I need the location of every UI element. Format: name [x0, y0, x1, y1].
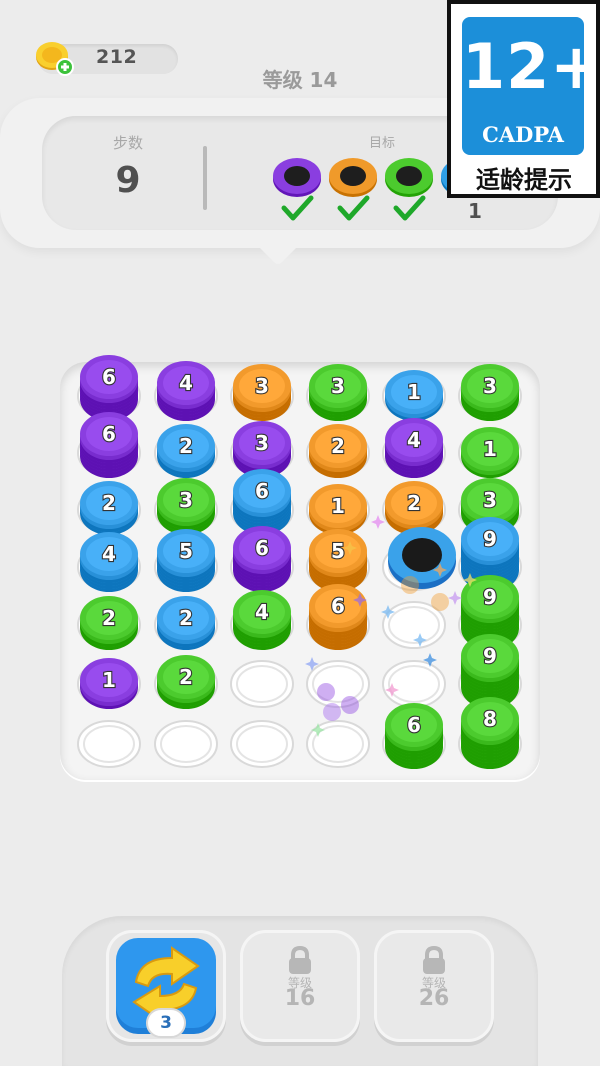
chip-number: 6 [102, 422, 116, 446]
lock-icon [289, 946, 311, 974]
black-hole-token[interactable] [388, 527, 456, 589]
chip-number: 1 [407, 380, 421, 404]
chip-stack-green[interactable]: 3 [157, 478, 215, 535]
chip-stack-purple[interactable]: 1 [80, 658, 138, 709]
chip-number: 3 [483, 488, 497, 512]
chip-stack-blue[interactable]: 5 [157, 529, 215, 592]
chip-number: 3 [483, 374, 497, 398]
chip-stack-green[interactable]: 2 [80, 596, 138, 650]
chip-stack-purple[interactable]: 6 [80, 412, 138, 478]
age-rating-tip: 适龄提示 [476, 166, 572, 194]
chip-number: 2 [102, 606, 116, 630]
chip-number: 3 [255, 374, 269, 398]
chip-stack-purple[interactable]: 6 [80, 355, 138, 421]
chip-number: 9 [483, 527, 497, 551]
chip-number: 4 [102, 542, 116, 566]
chip-number: 3 [179, 488, 193, 512]
chip-number: 1 [331, 494, 345, 518]
chip-stack-blue[interactable]: 1 [385, 370, 443, 421]
chip-stack-blue[interactable]: 2 [157, 596, 215, 650]
chip-number: 6 [255, 479, 269, 503]
age-rating-org: CADPA [482, 122, 564, 147]
age-rating-number: 12+ [462, 30, 600, 103]
chip-stack-green[interactable]: 3 [461, 364, 519, 421]
chip-number: 2 [331, 434, 345, 458]
chip-stack-purple[interactable]: 6 [233, 526, 291, 592]
chip-stack-orange[interactable]: 5 [309, 529, 367, 592]
chip-number: 1 [483, 437, 497, 461]
board-cell[interactable] [230, 720, 294, 768]
chip-stack-blue[interactable]: 2 [80, 481, 138, 535]
board-cell[interactable] [154, 720, 218, 768]
chip-stack-blue[interactable]: 6 [233, 469, 291, 535]
chip-number: 4 [179, 371, 193, 395]
board-cell[interactable] [306, 660, 370, 708]
chip-stack-orange[interactable]: 1 [309, 484, 367, 535]
chip-number: 4 [407, 428, 421, 452]
chip-number: 9 [483, 644, 497, 668]
chip-number: 6 [331, 594, 345, 618]
chip-number: 1 [102, 668, 116, 692]
chip-stack-blue[interactable]: 4 [80, 532, 138, 592]
chip-stack-purple[interactable]: 4 [157, 361, 215, 421]
chip-stack-orange[interactable]: 2 [309, 424, 367, 478]
chip-stack-blue[interactable]: 2 [157, 424, 215, 478]
chip-number: 5 [179, 539, 193, 563]
chip-number: 2 [179, 606, 193, 630]
chip-number: 2 [179, 665, 193, 689]
shuffle-count-badge: 3 [146, 1008, 186, 1038]
chip-number: 5 [331, 539, 345, 563]
chip-stack-green[interactable]: 6 [385, 703, 443, 769]
chip-number: 3 [331, 374, 345, 398]
chip-number: 9 [483, 585, 497, 609]
board-cell[interactable] [230, 660, 294, 708]
board-cell[interactable] [77, 720, 141, 768]
chip-number: 2 [179, 434, 193, 458]
chip-stack-purple[interactable]: 4 [385, 418, 443, 478]
chip-number: 8 [483, 707, 497, 731]
chip-stack-green[interactable]: 2 [157, 655, 215, 709]
chip-number: 3 [255, 431, 269, 455]
chip-number: 6 [102, 365, 116, 389]
chip-number: 2 [407, 491, 421, 515]
chip-stack-green[interactable]: 3 [309, 364, 367, 421]
chip-stack-orange[interactable]: 2 [385, 481, 443, 535]
chip-number: 6 [407, 713, 421, 737]
locked-booster-level: 16 [284, 986, 316, 1011]
locked-booster-level: 26 [418, 986, 450, 1011]
chip-stack-green[interactable]: 8 [461, 697, 519, 769]
chip-number: 4 [255, 600, 269, 624]
chip-stack-orange[interactable]: 3 [233, 364, 291, 421]
chip-stack-green[interactable]: 1 [461, 427, 519, 478]
chip-stack-green[interactable]: 4 [233, 590, 291, 650]
chip-stack-orange[interactable]: 6 [309, 584, 367, 650]
chip-number: 6 [255, 536, 269, 560]
lock-icon [423, 946, 445, 974]
chip-number: 2 [102, 491, 116, 515]
